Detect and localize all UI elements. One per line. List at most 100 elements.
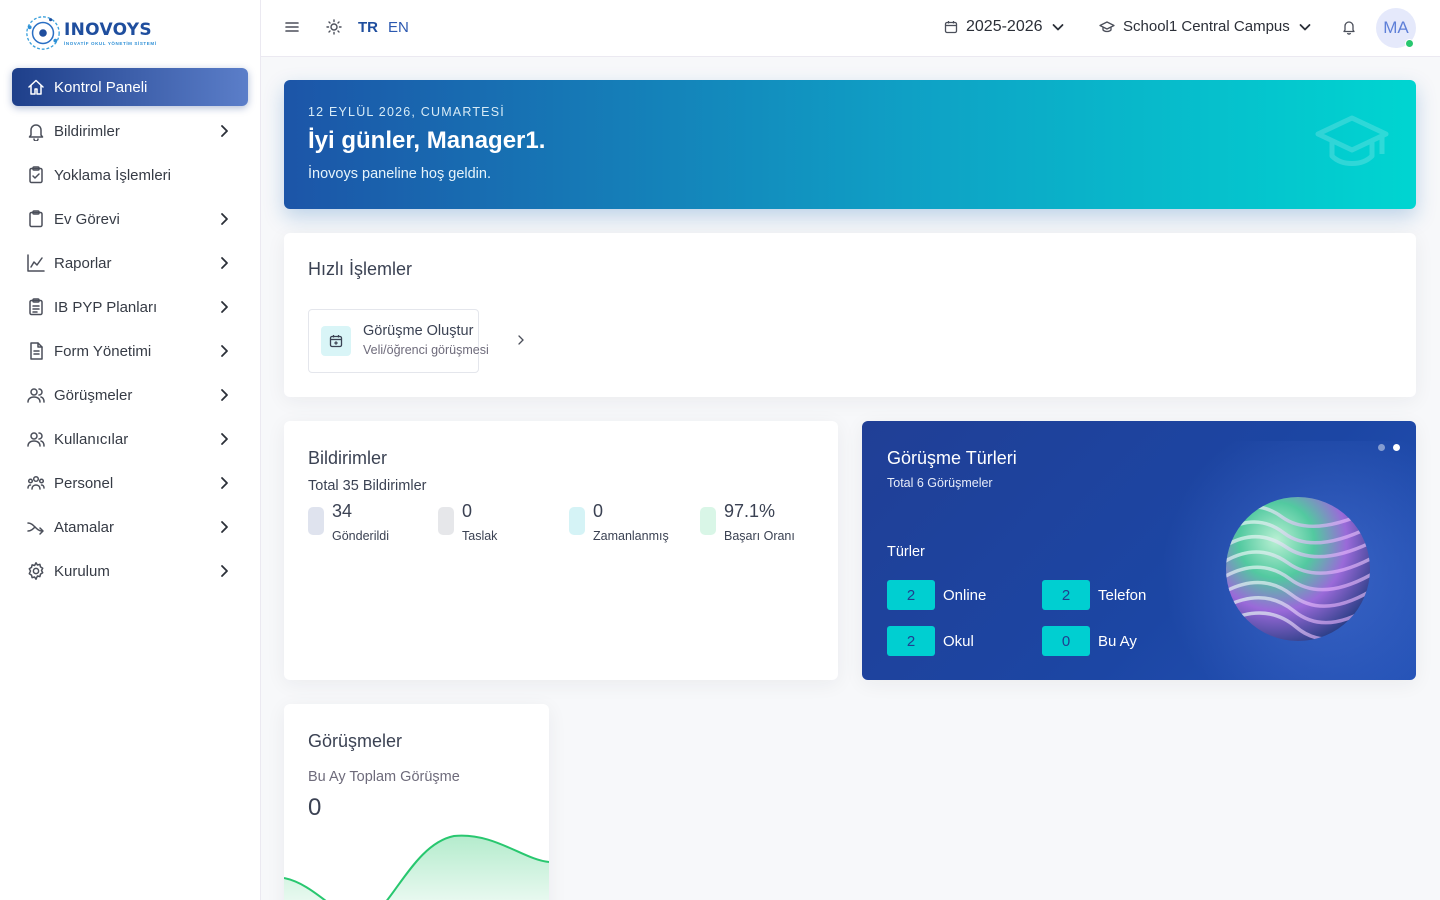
meeting-type-item: 2 Okul: [887, 626, 974, 656]
sidebar-item-label: Bildirimler: [54, 122, 120, 140]
meeting-type-item: 2 Online: [887, 580, 986, 610]
type-count-badge: 0: [1042, 626, 1090, 656]
sun-icon[interactable]: [325, 18, 343, 36]
sidebar-item-kurulum[interactable]: Kurulum: [12, 552, 248, 590]
chevron-right-icon: [221, 565, 228, 577]
settings-icon: [26, 561, 46, 581]
logo-name: INOVOYS: [64, 19, 152, 40]
language-en[interactable]: EN: [388, 19, 409, 36]
users-icon: [26, 385, 46, 405]
decorative-sphere-image: [1226, 497, 1370, 641]
stat-label: Başarı Oranı: [724, 529, 795, 543]
chevron-right-icon: [221, 213, 228, 225]
stat-color-bar: [438, 507, 454, 535]
calendar-icon: [944, 21, 958, 34]
type-count-badge: 2: [1042, 580, 1090, 610]
sparkline-area: [284, 835, 549, 900]
meeting-types-title: Görüşme Türleri: [887, 448, 1017, 468]
file-text-icon: [26, 341, 46, 361]
home-icon: [26, 77, 46, 97]
chart-icon: [26, 253, 46, 273]
sidebar-item-bildirimler[interactable]: Bildirimler: [12, 112, 248, 150]
sidebar-nav: Kontrol Paneli Bildirimler Yoklama İşlemle…: [12, 68, 248, 596]
meetings-value: 0: [308, 794, 322, 821]
logo[interactable]: INOVOYS İNOVATİF OKUL YÖNETİM SİSTEMİ: [24, 14, 157, 52]
sidebar-item-label: Raporlar: [54, 254, 112, 272]
language-tr[interactable]: TR: [358, 19, 378, 36]
stat-value: 34: [332, 501, 353, 521]
campus-select[interactable]: School1 Central Campus: [1099, 18, 1312, 35]
assign-arrow-icon: [26, 517, 46, 537]
action-title: Görüşme Oluştur: [363, 323, 474, 339]
chevron-down-icon: [1052, 24, 1063, 31]
sidebar-item-label: IB PYP Planları: [54, 298, 158, 316]
calendar-plus-icon: [321, 326, 351, 356]
sidebar: INOVOYS İNOVATİF OKUL YÖNETİM SİSTEMİ Ko…: [0, 0, 261, 900]
sidebar-item-form-yonetimi[interactable]: Form Yönetimi: [12, 332, 248, 370]
welcome-banner: 12 EYLÜL 2026, CUMARTESİ İyi günler, Man…: [284, 80, 1416, 209]
meetings-title: Görüşmeler: [308, 731, 403, 751]
campus-value: School1 Central Campus: [1123, 18, 1290, 35]
type-label: Okul: [943, 632, 974, 650]
greeting: İyi günler, Manager1.: [308, 127, 546, 154]
sidebar-item-gorusmeler[interactable]: Görüşmeler: [12, 376, 248, 414]
team-icon: [26, 473, 46, 493]
clipboard-icon: [26, 209, 46, 229]
types-label: Türler: [887, 544, 925, 560]
graduation-cap-icon: [1099, 20, 1115, 32]
sidebar-item-raporlar[interactable]: Raporlar: [12, 244, 248, 282]
sidebar-item-atamalar[interactable]: Atamalar: [12, 508, 248, 546]
chevron-right-icon: [221, 477, 228, 489]
stat-label: Gönderildi: [332, 529, 389, 543]
notifications-card: Bildirimler Total 35 Bildirimler 34 Gönde…: [284, 421, 838, 680]
stat-value: 0: [593, 501, 604, 521]
notifications-total: Total 35 Bildirimler: [308, 478, 427, 494]
sidebar-item-label: Atamalar: [54, 518, 115, 536]
type-label: Telefon: [1098, 586, 1147, 604]
sidebar-item-yoklama-islemleri[interactable]: Yoklama İşlemleri: [12, 156, 248, 194]
sidebar-item-kullanicilar[interactable]: Kullanıcılar: [12, 420, 248, 458]
stat-label: Taslak: [462, 529, 498, 543]
meeting-types-total: Total 6 Görüşmeler: [887, 476, 993, 490]
logo-tagline: İNOVATİF OKUL YÖNETİM SİSTEMİ: [64, 40, 157, 46]
chevron-right-icon: [221, 345, 228, 357]
type-label: Bu Ay: [1098, 632, 1137, 650]
sidebar-item-label: Kullanıcılar: [54, 430, 129, 448]
sidebar-item-label: Form Yönetimi: [54, 342, 152, 360]
quick-actions-card: Hızlı İşlemler Görüşme Oluştur Veli/öğre…: [284, 233, 1416, 397]
menu-icon[interactable]: [283, 18, 301, 36]
chevron-down-icon: [1299, 23, 1311, 30]
academic-year-value: 2025-2026: [966, 18, 1043, 35]
meeting-types-card: Görüşme Türleri Total 6 Görüşmeler Türle…: [862, 421, 1416, 680]
academic-year-select[interactable]: 2025-2026: [944, 18, 1065, 36]
sidebar-item-personel[interactable]: Personel: [12, 464, 248, 502]
current-date: 12 EYLÜL 2026, CUMARTESİ: [308, 105, 505, 119]
sidebar-item-label: Görüşmeler: [54, 386, 133, 404]
sidebar-item-label: Kontrol Paneli: [54, 78, 148, 96]
online-status-dot: [1405, 39, 1414, 48]
type-label: Online: [943, 586, 987, 604]
chevron-right-icon: [221, 521, 228, 533]
sidebar-item-label: Kurulum: [54, 562, 110, 580]
meeting-type-item: 0 Bu Ay: [1042, 626, 1137, 656]
action-subtitle: Veli/öğrenci görüşmesi: [363, 343, 489, 357]
bell-icon: [26, 121, 46, 141]
carousel-dot[interactable]: [1378, 444, 1385, 451]
sidebar-item-label: Personel: [54, 474, 114, 492]
stat-value: 97.1%: [724, 501, 776, 521]
quick-actions-title: Hızlı İşlemler: [308, 259, 413, 279]
stat-value: 0: [462, 501, 473, 521]
sidebar-item-kontrol-paneli[interactable]: Kontrol Paneli: [12, 68, 248, 106]
topbar: TR EN 2025-2026 School1 Central Campus M…: [261, 0, 1440, 57]
type-count-badge: 2: [887, 626, 935, 656]
chevron-right-icon: [221, 257, 228, 269]
welcome-subtitle: İnovoys paneline hoş geldin.: [308, 166, 491, 182]
create-meeting-action[interactable]: Görüşme Oluştur Veli/öğrenci görüşmesi: [308, 309, 524, 373]
carousel-dot-active[interactable]: [1393, 444, 1400, 451]
chevron-right-icon: [221, 125, 228, 137]
sidebar-item-ev-gorevi[interactable]: Ev Görevi: [12, 200, 248, 238]
notification-bell-icon[interactable]: [1341, 19, 1357, 35]
sidebar-item-ib-pyp-planlari[interactable]: IB PYP Planları: [12, 288, 248, 326]
meetings-subtitle: Bu Ay Toplam Görüşme: [308, 769, 460, 785]
stat-color-bar: [569, 507, 585, 535]
